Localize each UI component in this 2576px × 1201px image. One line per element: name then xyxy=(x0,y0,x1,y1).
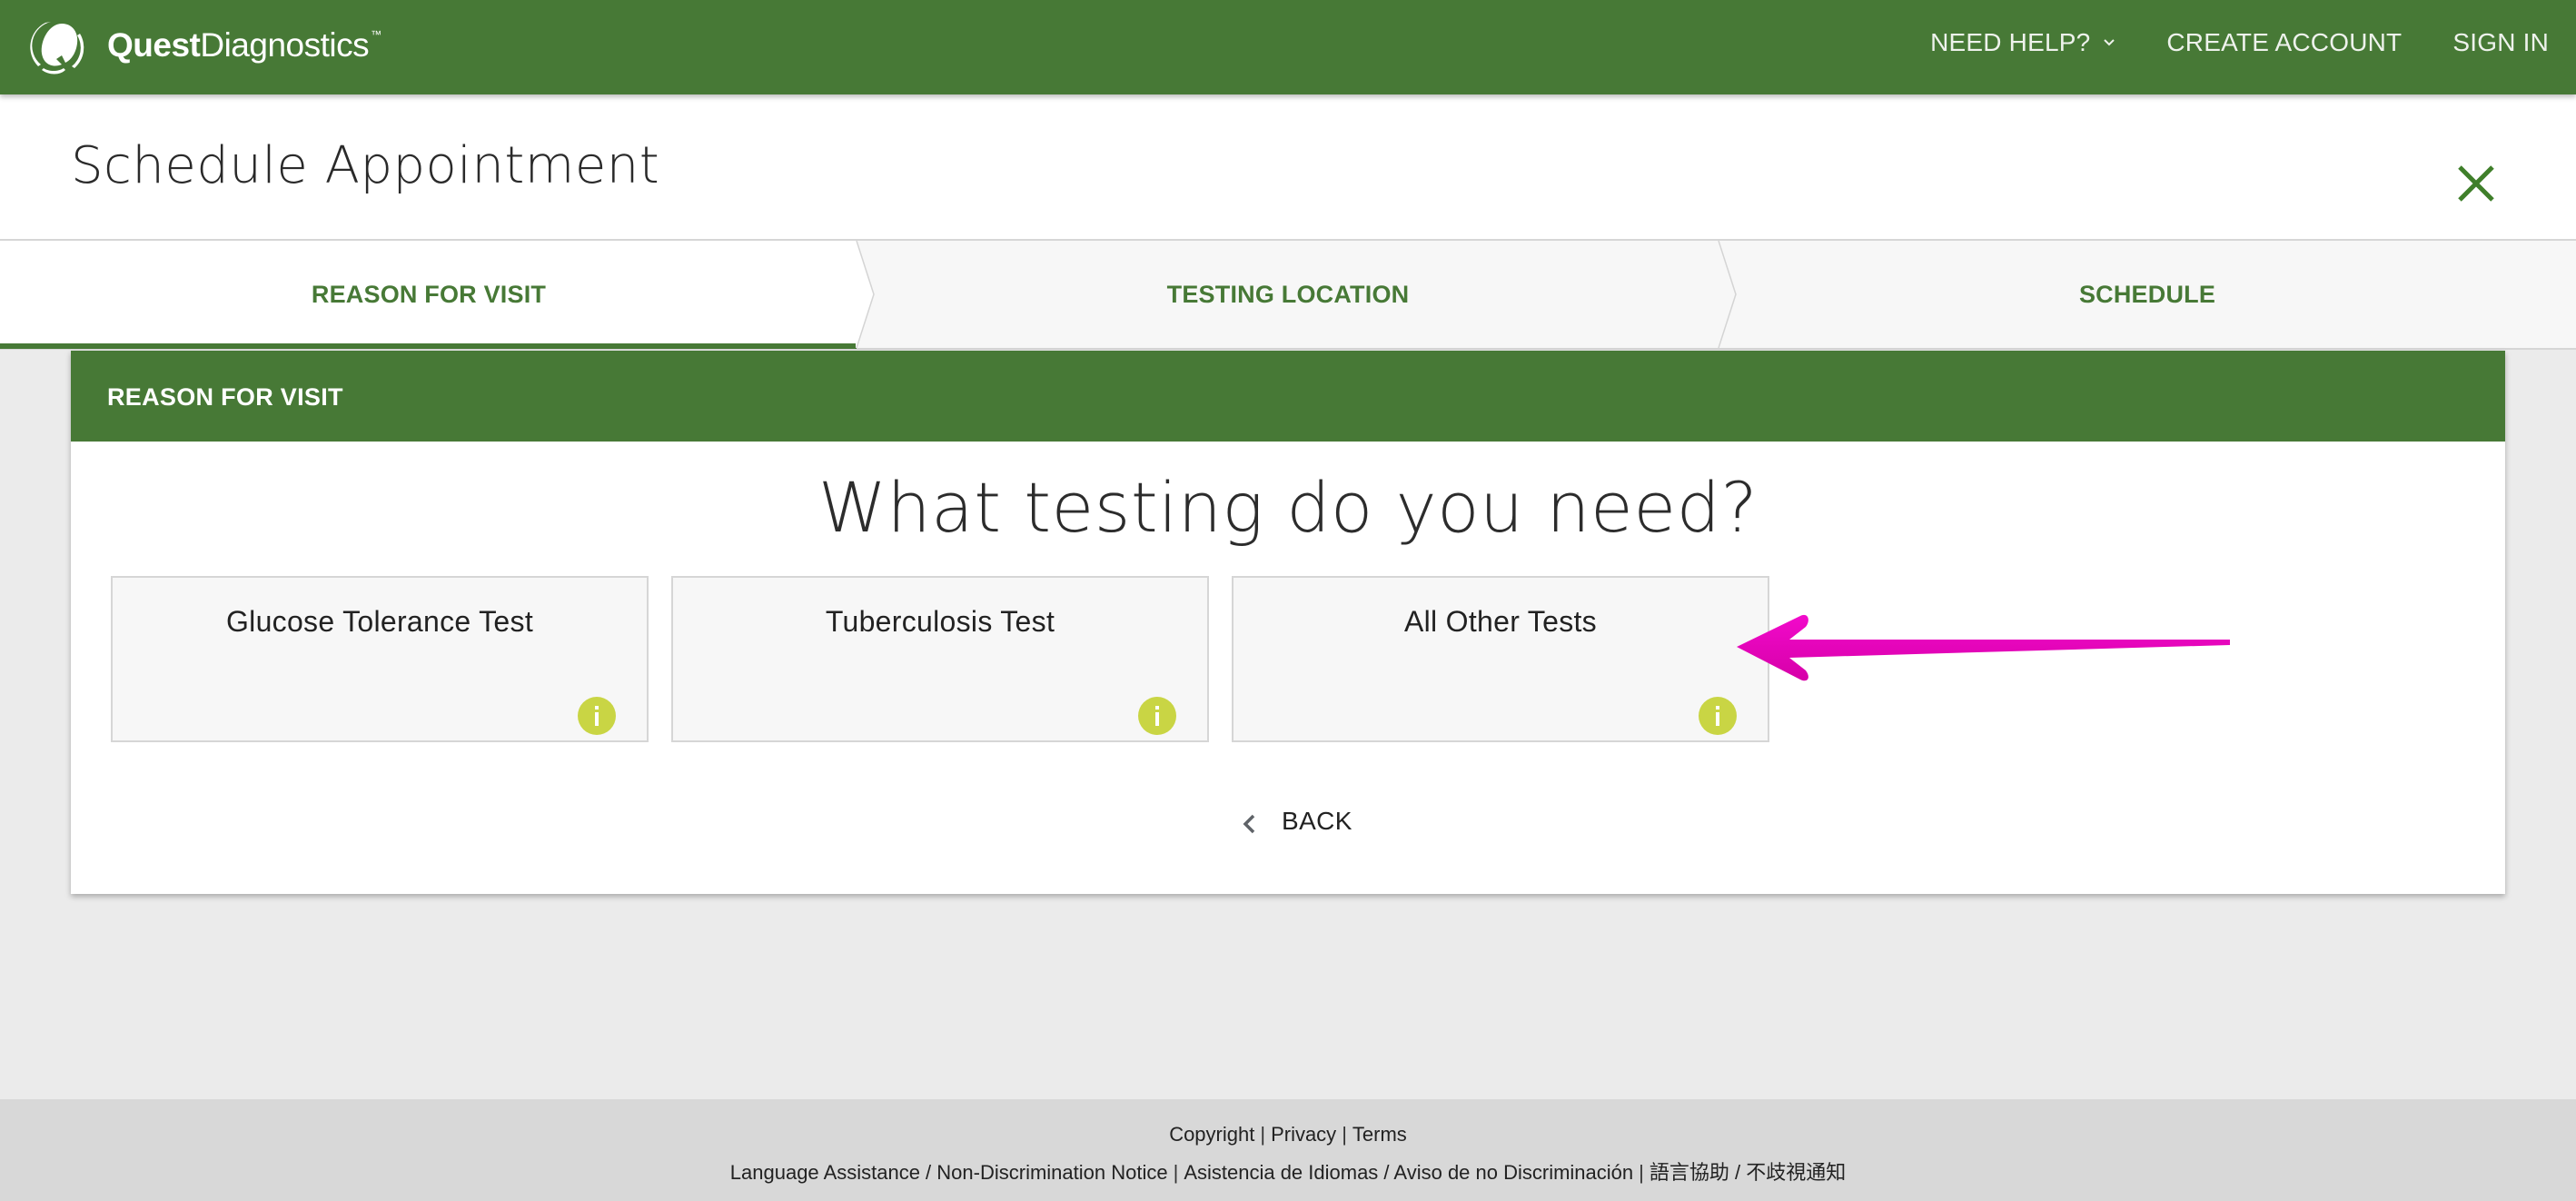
privacy-link[interactable]: Privacy xyxy=(1271,1123,1336,1146)
create-account-link[interactable]: CREATE ACCOUNT xyxy=(2166,28,2402,57)
need-help-label: NEED HELP? xyxy=(1930,28,2091,56)
back-label: BACK xyxy=(1282,807,1352,835)
footer-legal-links: Copyright | Privacy | Terms xyxy=(0,1123,2576,1146)
brand-diagnostics: Diagnostics xyxy=(200,26,370,64)
title-bar: Schedule Appointment xyxy=(0,94,2576,239)
step-testing-location[interactable]: TESTING LOCATION xyxy=(857,241,1719,348)
step-reason-for-visit[interactable]: REASON FOR VISIT xyxy=(0,241,857,348)
step-label: TESTING LOCATION xyxy=(1166,280,1410,308)
page-footer: Copyright | Privacy | Terms Language Assista… xyxy=(0,1099,2576,1201)
quest-q-logo-icon xyxy=(30,22,84,74)
question-heading: What testing do you need? xyxy=(817,467,1759,548)
close-button[interactable] xyxy=(2452,160,2500,207)
language-assistance-link[interactable]: Language Assistance / Non-Discrimination… xyxy=(730,1161,1168,1184)
copyright-link[interactable]: Copyright xyxy=(1169,1123,1254,1146)
brand-quest: Quest xyxy=(107,26,201,64)
footer-language-links: Language Assistance / Non-Discrimination… xyxy=(0,1156,2576,1186)
option-tuberculosis-test[interactable]: Tuberculosis Test xyxy=(671,576,1209,742)
step-separator-chevron xyxy=(1718,241,1737,348)
top-header: QuestDiagnostics ™ NEED HELP? CREATE ACCO… xyxy=(0,0,2576,94)
chevron-left-icon xyxy=(1243,814,1255,834)
step-separator-chevron xyxy=(856,241,875,348)
chevron-down-icon xyxy=(2104,39,2115,46)
test-options: Glucose Tolerance Test Tuberculosis Test… xyxy=(111,576,1769,742)
back-button[interactable]: BACK xyxy=(1241,807,1352,836)
create-account-label: CREATE ACCOUNT xyxy=(2166,28,2403,56)
chinese-language-assistance-link[interactable]: 語言協助 / 不歧視通知 xyxy=(1650,1161,1846,1184)
info-icon[interactable] xyxy=(1138,697,1176,735)
divider: | xyxy=(1173,1161,1179,1184)
option-label: Glucose Tolerance Test xyxy=(225,605,534,638)
step-label: SCHEDULE xyxy=(2078,280,2216,308)
active-step-indicator xyxy=(0,343,857,349)
progress-stepper: REASON FOR VISIT TESTING LOCATION SCHEDU… xyxy=(0,239,2576,350)
asistencia-de-idiomas-link[interactable]: Asistencia de Idiomas / Aviso de no Disc… xyxy=(1184,1161,1633,1184)
brand-wordmark: QuestDiagnostics ™ xyxy=(107,26,381,65)
sign-in-label: SIGN IN xyxy=(2452,28,2549,56)
terms-link[interactable]: Terms xyxy=(1352,1123,1407,1146)
info-icon[interactable] xyxy=(1699,697,1737,735)
option-glucose-tolerance-test[interactable]: Glucose Tolerance Test xyxy=(111,576,649,742)
step-label: REASON FOR VISIT xyxy=(311,280,547,308)
divider: | xyxy=(1342,1123,1347,1146)
need-help-menu[interactable]: NEED HELP? xyxy=(1930,28,2115,57)
divider: | xyxy=(1639,1161,1644,1184)
info-icon[interactable] xyxy=(578,697,616,735)
card-header: REASON FOR VISIT xyxy=(71,351,2505,442)
sign-in-link[interactable]: SIGN IN xyxy=(2452,28,2549,57)
divider: | xyxy=(1260,1123,1266,1146)
header-nav: NEED HELP? CREATE ACCOUNT SIGN IN xyxy=(1930,0,2549,85)
reason-for-visit-card: REASON FOR VISIT What testing do you nee… xyxy=(71,351,2505,894)
option-label: Tuberculosis Test xyxy=(825,605,1055,638)
option-label: All Other Tests xyxy=(1404,605,1597,638)
quest-logo[interactable]: QuestDiagnostics ™ xyxy=(29,13,381,78)
step-schedule[interactable]: SCHEDULE xyxy=(1719,241,2576,348)
close-icon xyxy=(2458,165,2494,202)
option-all-other-tests[interactable]: All Other Tests xyxy=(1232,576,1769,742)
card-header-label: REASON FOR VISIT xyxy=(107,383,343,411)
brand-trademark: ™ xyxy=(371,28,381,41)
page-title: Schedule Appointment xyxy=(71,136,660,195)
